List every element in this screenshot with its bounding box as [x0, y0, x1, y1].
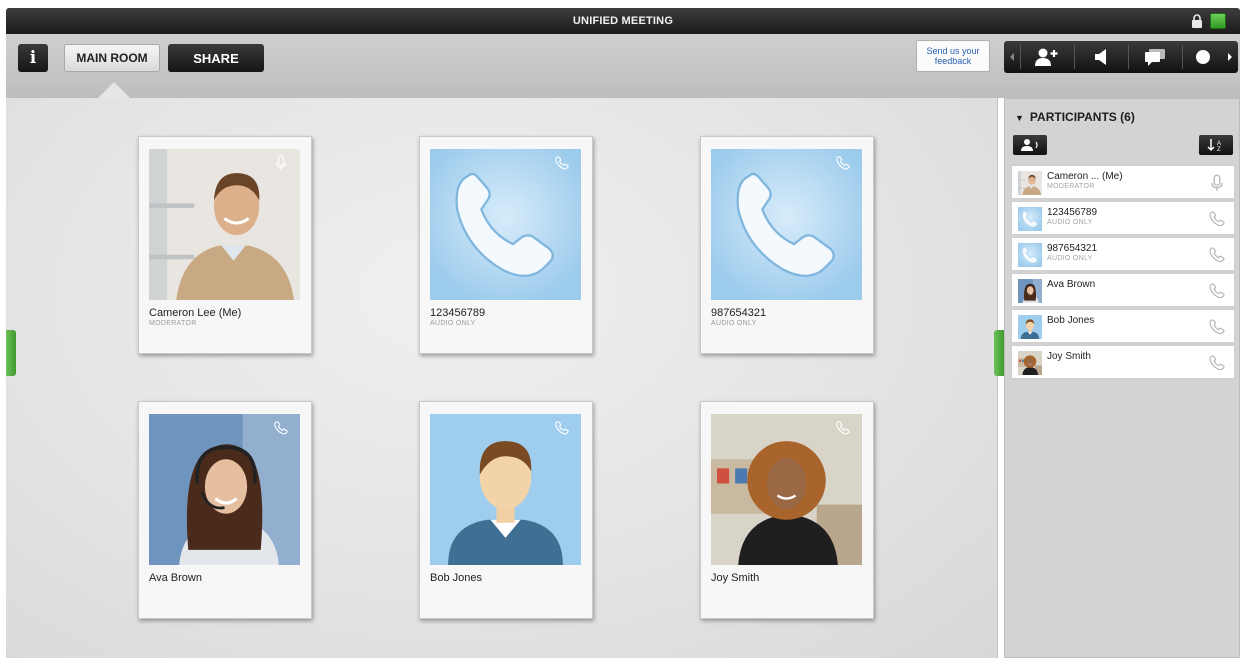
participant-avatar	[430, 149, 581, 300]
participants-header[interactable]: ▼ PARTICIPANTS (6)	[1015, 110, 1135, 124]
participant-list-item[interactable]: Joy Smith	[1011, 345, 1235, 379]
participant-list-item[interactable]: Cameron ... (Me) MODERATOR	[1011, 165, 1235, 199]
toolbar: i MAIN ROOM SHARE Send us your feedback	[6, 34, 1240, 98]
participant-avatar	[430, 414, 581, 565]
participant-role: AUDIO ONLY	[1047, 219, 1093, 226]
speaker-icon[interactable]	[1076, 41, 1126, 73]
info-button[interactable]: i	[18, 44, 48, 72]
phone-icon[interactable]	[1208, 246, 1226, 264]
participant-avatar	[1018, 279, 1042, 303]
main-room-stage: Cameron Lee (Me) MODERATOR 123456789 AUD…	[6, 98, 1004, 658]
participant-avatar	[711, 149, 862, 300]
participant-tile[interactable]: Cameron Lee (Me) MODERATOR	[138, 136, 312, 354]
participant-avatar	[1018, 351, 1042, 375]
svg-text:Z: Z	[1217, 147, 1221, 152]
participant-audio-button[interactable]	[1013, 135, 1047, 155]
scroll-right-icon[interactable]	[1224, 41, 1236, 73]
participant-name: Bob Jones	[430, 572, 482, 584]
phone-icon	[273, 420, 289, 436]
title-bar: UNIFIED MEETING	[6, 8, 1240, 34]
phone-icon[interactable]	[1208, 210, 1226, 228]
participants-panel: ▼ PARTICIPANTS (6) A Z Cameron ... (Me) M…	[1004, 98, 1240, 658]
participant-name: 123456789	[430, 307, 486, 319]
participant-list-item[interactable]: Ava Brown	[1011, 273, 1235, 307]
collapse-caret-icon: ▼	[1015, 113, 1024, 123]
participant-name: 987654321	[1047, 243, 1098, 254]
phone-icon[interactable]	[1208, 318, 1226, 336]
person-sound-icon	[1021, 139, 1038, 151]
participant-name: 123456789	[1047, 207, 1098, 218]
connection-status-icon[interactable]	[1210, 13, 1226, 29]
participant-name: 987654321	[711, 307, 767, 319]
participants-panel-toggle[interactable]	[994, 330, 1004, 376]
participants-title: PARTICIPANTS (6)	[1029, 110, 1135, 124]
phone-icon	[835, 420, 851, 436]
phone-icon	[554, 155, 570, 171]
participant-avatar	[149, 149, 300, 300]
participant-avatar	[1018, 315, 1042, 339]
active-tab-pointer	[98, 82, 130, 98]
participant-avatar	[1018, 243, 1042, 267]
participant-name: Joy Smith	[1047, 351, 1091, 362]
record-icon[interactable]	[1184, 41, 1222, 73]
window-title: UNIFIED MEETING	[572, 15, 674, 27]
participant-tile[interactable]: Joy Smith	[700, 401, 874, 619]
participant-list-item[interactable]: 123456789 AUDIO ONLY	[1011, 201, 1235, 235]
phone-icon	[554, 420, 570, 436]
participant-avatar	[1018, 171, 1042, 195]
phone-icon	[835, 155, 851, 171]
participant-list: Cameron ... (Me) MODERATOR 123456789 AUD…	[1011, 165, 1235, 381]
sort-icon: A Z	[1207, 139, 1221, 152]
participant-role: AUDIO ONLY	[711, 320, 757, 327]
participant-name: Joy Smith	[711, 572, 760, 584]
participant-name: Cameron ... (Me)	[1047, 171, 1123, 182]
participant-role: MODERATOR	[149, 320, 197, 327]
participant-tile[interactable]: Ava Brown	[138, 401, 312, 619]
participant-role: AUDIO ONLY	[430, 320, 476, 327]
participant-avatar	[711, 414, 862, 565]
tab-share[interactable]: SHARE	[168, 44, 264, 72]
participant-avatar	[1018, 207, 1042, 231]
participant-list-item[interactable]: Bob Jones	[1011, 309, 1235, 343]
add-participant-icon[interactable]	[1022, 41, 1072, 73]
participant-role: MODERATOR	[1047, 183, 1095, 190]
phone-icon[interactable]	[1208, 282, 1226, 300]
left-panel-toggle[interactable]	[6, 330, 16, 376]
sort-button[interactable]: A Z	[1199, 135, 1233, 155]
participant-avatar	[149, 414, 300, 565]
microphone-icon[interactable]	[1208, 174, 1226, 192]
participant-tile[interactable]: 987654321 AUDIO ONLY	[700, 136, 874, 354]
participant-list-item[interactable]: 987654321 AUDIO ONLY	[1011, 237, 1235, 271]
lock-icon[interactable]	[1190, 14, 1204, 28]
participant-tile[interactable]: Bob Jones	[419, 401, 593, 619]
participant-name: Ava Brown	[149, 572, 202, 584]
phone-icon[interactable]	[1208, 354, 1226, 372]
participant-name: Bob Jones	[1047, 315, 1095, 326]
feedback-button[interactable]: Send us your feedback	[916, 40, 990, 72]
meeting-controls	[1004, 41, 1238, 73]
tab-main-room[interactable]: MAIN ROOM	[64, 44, 160, 72]
participant-name: Ava Brown	[1047, 279, 1096, 290]
microphone-icon	[273, 155, 289, 171]
participant-tile[interactable]: 123456789 AUDIO ONLY	[419, 136, 593, 354]
participant-role: AUDIO ONLY	[1047, 255, 1093, 262]
participant-name: Cameron Lee (Me)	[149, 307, 242, 319]
scroll-left-icon[interactable]	[1006, 41, 1018, 73]
chat-icon[interactable]	[1130, 41, 1180, 73]
